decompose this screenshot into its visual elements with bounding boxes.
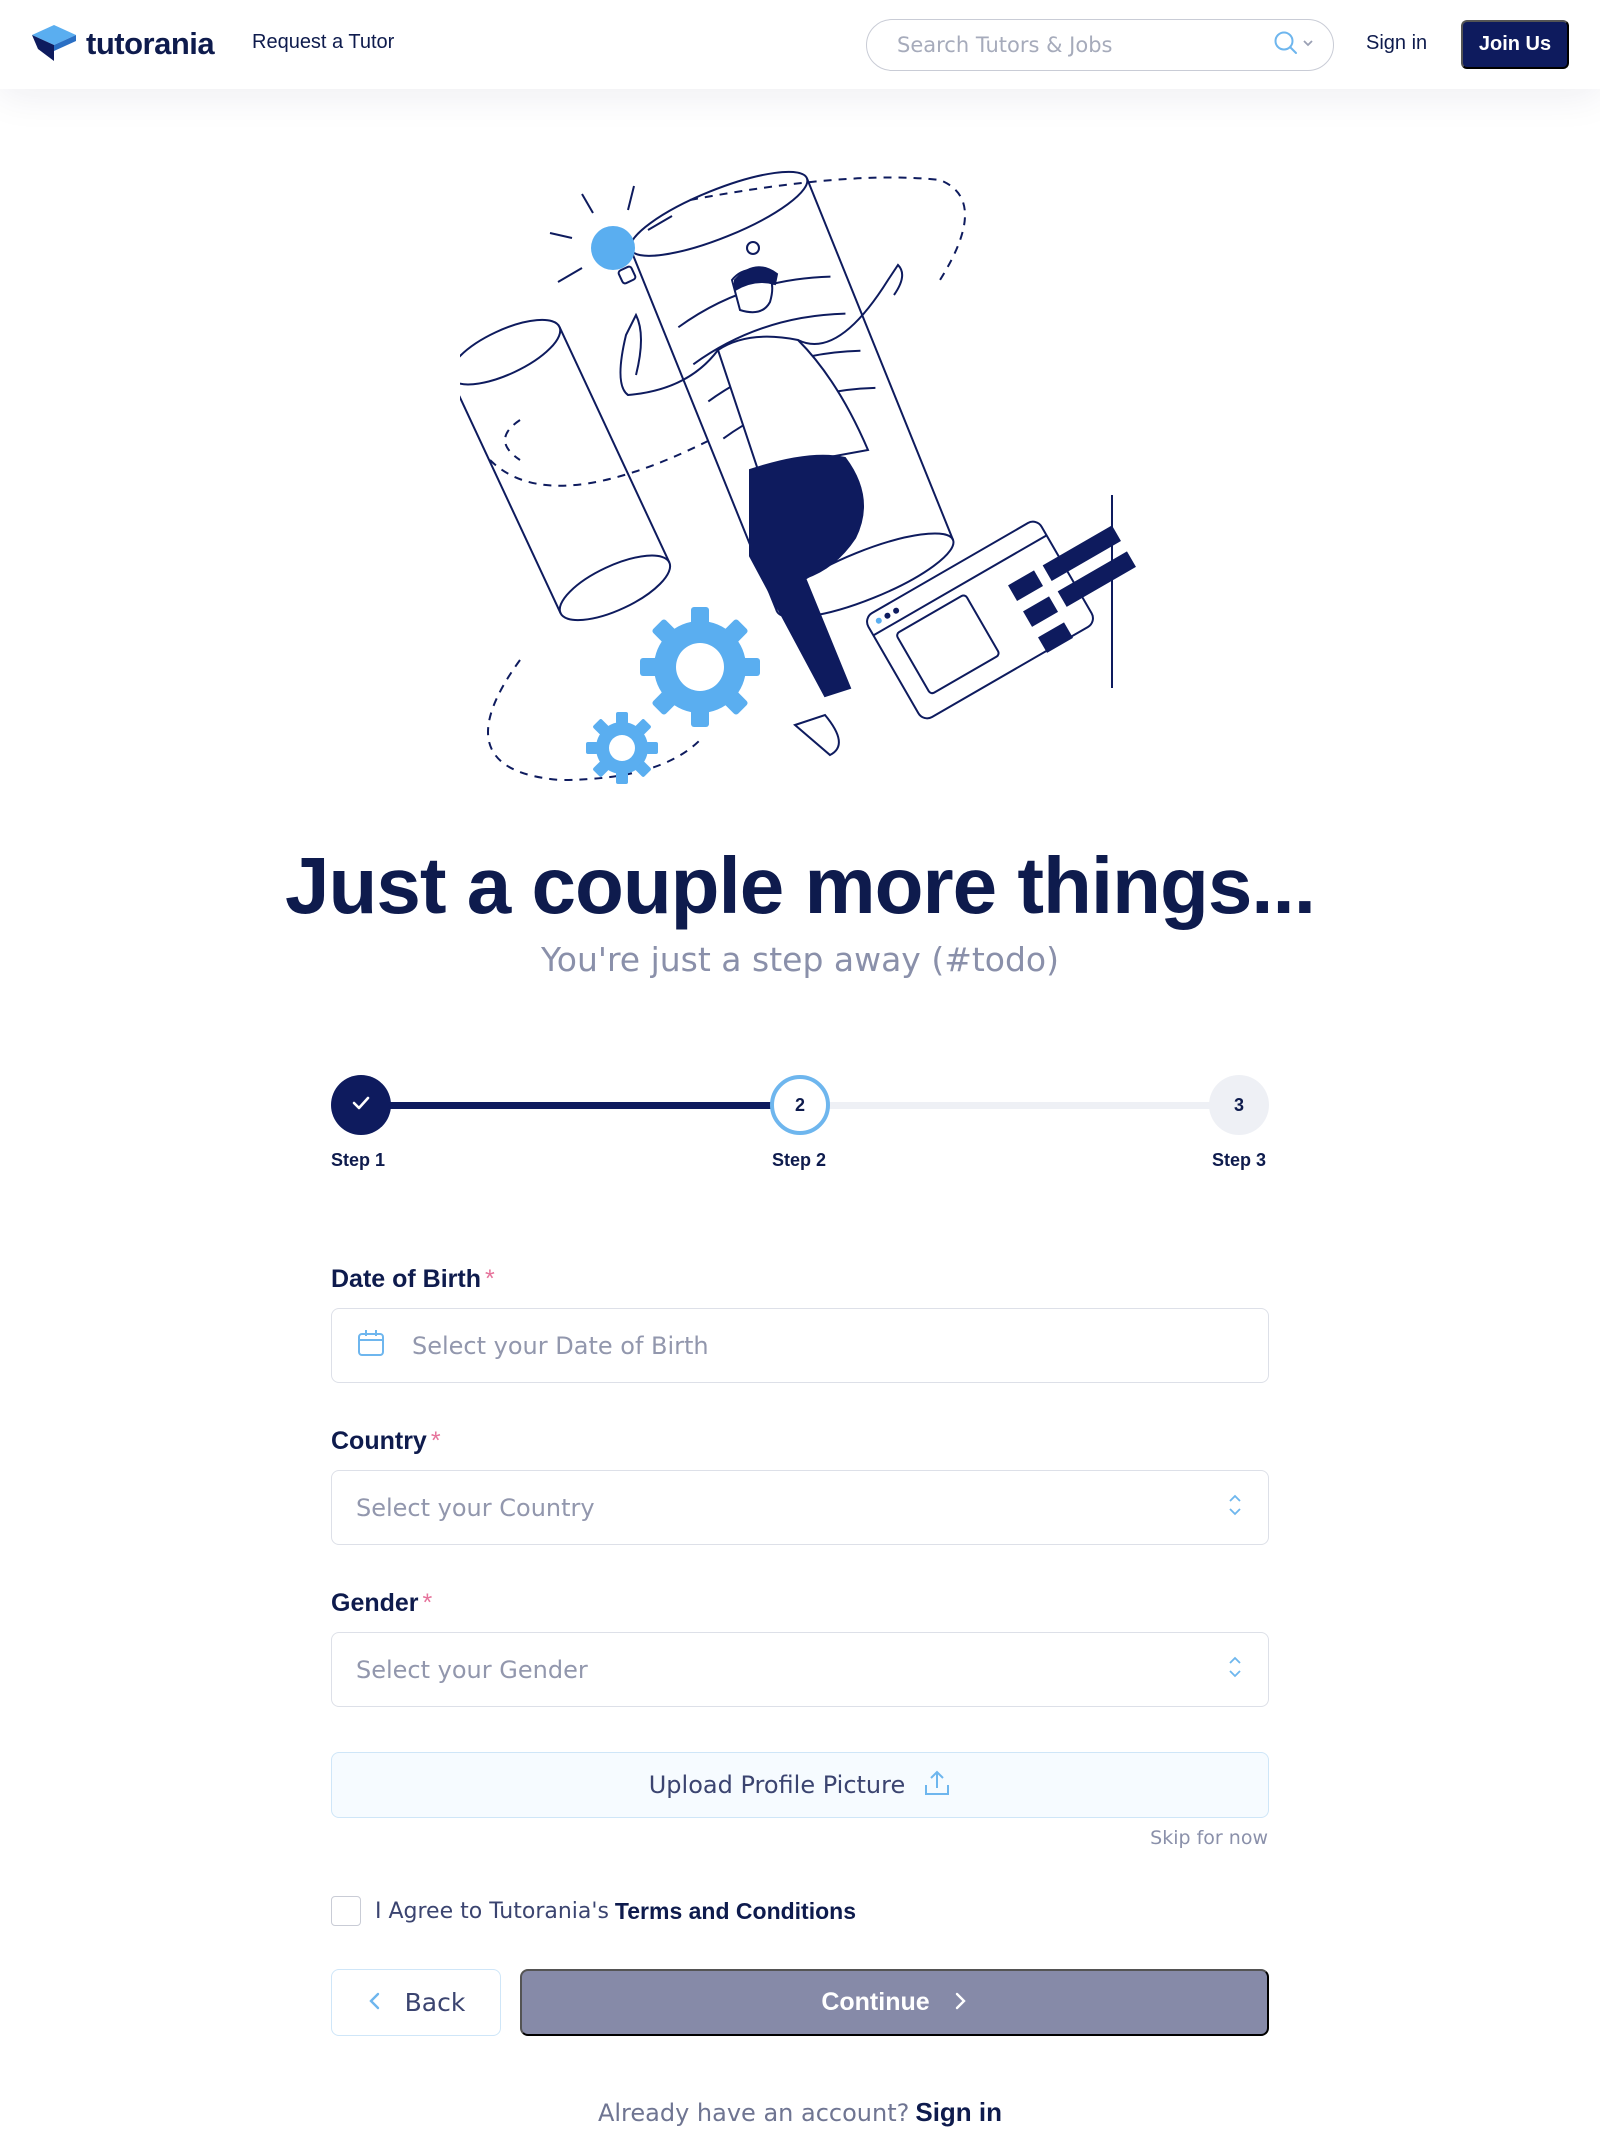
upload-label: Upload Profile Picture (648, 1771, 906, 1799)
chevron-left-icon (367, 1990, 383, 2015)
sign-in-prompt: Already have an account? Sign in (0, 2097, 1600, 2128)
dob-label: Date of Birth * (331, 1265, 495, 1294)
step-2-indicator[interactable]: 2 (770, 1075, 830, 1135)
sign-in-link[interactable]: Sign in (1366, 32, 1427, 55)
stepper-track-progress (361, 1102, 801, 1109)
gender-label-text: Gender (331, 1589, 419, 1617)
required-mark: * (485, 1265, 495, 1293)
calendar-icon (356, 1328, 386, 1363)
dob-placeholder: Select your Date of Birth (412, 1331, 709, 1360)
step-3-indicator[interactable]: 3 (1209, 1075, 1269, 1135)
page-title: Just a couple more things... (285, 841, 1316, 930)
page-subtitle: You're just a step away (#todo) (541, 940, 1059, 979)
back-label: Back (404, 1988, 466, 2017)
required-mark: * (422, 1589, 433, 1617)
country-select[interactable]: Select your Country (331, 1470, 1269, 1545)
logo-text: tutorania (86, 26, 215, 61)
search-input[interactable] (897, 33, 1257, 57)
gender-placeholder: Select your Gender (356, 1655, 588, 1684)
agree-text: I Agree to Tutorania's (375, 1898, 609, 1924)
join-us-button[interactable]: Join Us (1461, 20, 1569, 69)
gender-label: Gender * (331, 1589, 432, 1618)
checkmark-icon (350, 1092, 372, 1119)
search-box[interactable] (866, 19, 1334, 71)
step-1-label: Step 1 (331, 1150, 386, 1170)
country-placeholder: Select your Country (356, 1493, 595, 1522)
skip-for-now-link[interactable]: Skip for now (1100, 1827, 1268, 1849)
upload-icon (923, 1769, 951, 1802)
chevron-right-icon (952, 1990, 968, 2015)
terms-agreement: I Agree to Tutorania's Terms and Conditi… (331, 1895, 856, 1927)
progress-stepper: 2 3 Step 1 Step 2 Step 3 (331, 1075, 1269, 1175)
dob-label-text: Date of Birth (331, 1265, 481, 1293)
country-label: Country * (331, 1427, 441, 1456)
back-button[interactable]: Back (331, 1969, 501, 2036)
terms-link[interactable]: Terms and Conditions (615, 1898, 856, 1925)
chevron-down-icon[interactable] (1301, 36, 1315, 55)
step-3-label: Step 3 (1212, 1150, 1267, 1170)
terms-checkbox[interactable] (331, 1896, 361, 1926)
search-controls[interactable] (1273, 30, 1315, 61)
step-1-indicator[interactable] (331, 1075, 391, 1135)
continue-label: Continue (821, 1988, 930, 2016)
country-label-text: Country (331, 1427, 427, 1455)
select-arrows-icon (1226, 1652, 1244, 1687)
graduation-cap-logo-icon (30, 21, 78, 68)
logo[interactable]: tutorania (30, 21, 215, 68)
top-navbar: tutorania Request a Tutor Sign in Join U… (0, 0, 1600, 89)
request-tutor-link[interactable]: Request a Tutor (252, 31, 394, 54)
step-2-label: Step 2 (772, 1150, 827, 1170)
footer-sign-in-link[interactable]: Sign in (915, 2097, 1002, 2127)
continue-button[interactable]: Continue (520, 1969, 1269, 2036)
upload-profile-picture-button[interactable]: Upload Profile Picture (331, 1752, 1269, 1818)
gender-select[interactable]: Select your Gender (331, 1632, 1269, 1707)
hero-illustration (448, 170, 1140, 810)
select-arrows-icon (1226, 1490, 1244, 1525)
search-icon[interactable] (1273, 30, 1299, 61)
already-have-account-text: Already have an account? (597, 2099, 910, 2127)
required-mark: * (430, 1427, 441, 1455)
dob-field[interactable]: Select your Date of Birth (331, 1308, 1269, 1383)
